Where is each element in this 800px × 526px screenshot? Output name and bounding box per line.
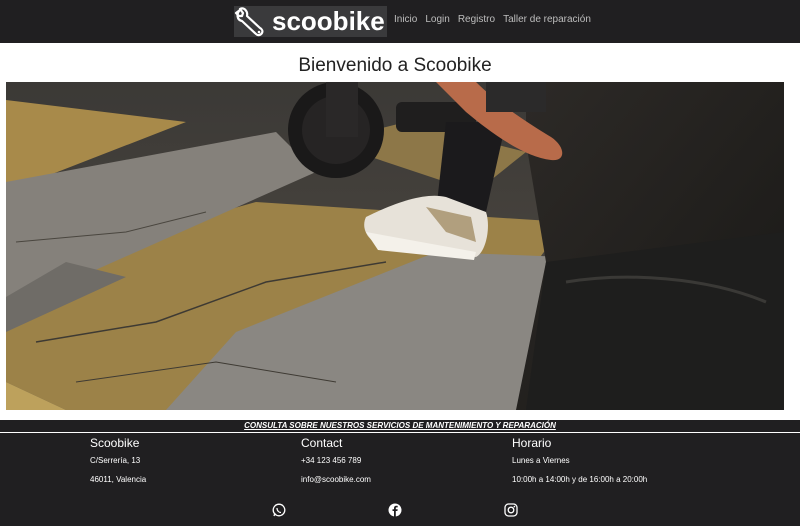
schedule-days: Lunes a Viernes [512, 456, 570, 465]
footer-column-scoobike: Scoobike C/Serrería, 13 46011, Valencia [90, 436, 146, 484]
address-street: C/Serrería, 13 [90, 456, 141, 465]
nav-link-inicio[interactable]: Inicio [394, 14, 417, 25]
whatsapp-icon[interactable] [272, 503, 286, 517]
site-footer: CONSULTA SOBRE NUESTROS SERVICIOS DE MAN… [0, 420, 800, 526]
services-link[interactable]: CONSULTA SOBRE NUESTROS SERVICIOS DE MAN… [0, 421, 800, 430]
facebook-icon[interactable] [388, 503, 402, 517]
hero-image [6, 82, 784, 410]
footer-heading-contact: Contact [301, 436, 343, 450]
footer-column-horario: Horario Lunes a Viernes 10:00h a 14:00h … [512, 436, 647, 484]
brand-logo[interactable]: scoobike [234, 6, 387, 37]
schedule-hours: 10:00h a 14:00h y de 16:00h a 20:00h [512, 475, 648, 484]
contact-email[interactable]: info@scoobike.com [301, 475, 371, 484]
nav-link-registro[interactable]: Registro [458, 14, 495, 25]
footer-column-contact: Contact +34 123 456 789 info@scoobike.co… [301, 436, 371, 484]
address-city: 46011, Valencia [90, 475, 147, 484]
nav-link-login[interactable]: Login [425, 14, 449, 25]
page-title: Bienvenido a Scoobike [298, 55, 492, 76]
instagram-icon[interactable] [504, 503, 518, 517]
main-nav: Inicio Login Registro Taller de reparaci… [394, 14, 591, 25]
nav-link-taller[interactable]: Taller de reparación [503, 14, 591, 25]
brand-name: scoobike [272, 6, 385, 36]
footer-divider [0, 432, 800, 433]
footer-heading-scoobike: Scoobike [90, 436, 140, 450]
contact-phone: +34 123 456 789 [301, 456, 362, 465]
footer-heading-horario: Horario [512, 436, 552, 450]
wrench-icon [234, 7, 264, 37]
top-navbar: scoobike Inicio Login Registro Taller de… [0, 0, 800, 43]
